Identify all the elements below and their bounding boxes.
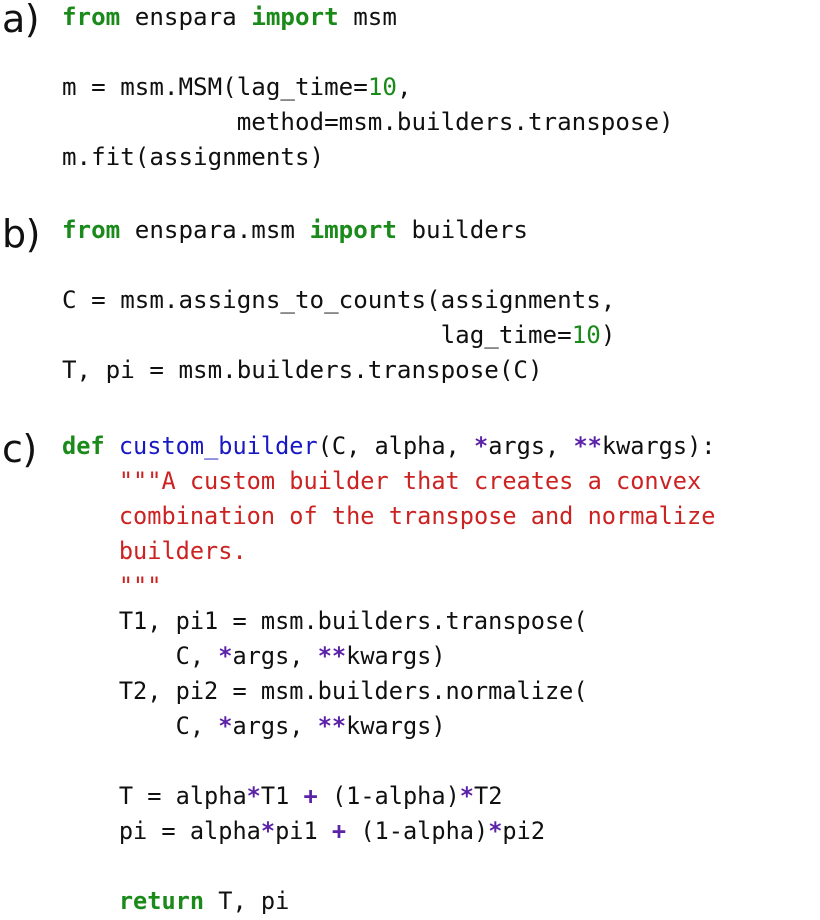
code-token: enspara [120,3,252,31]
panel-label-3: c) [2,427,37,471]
code-token: ** [573,432,602,460]
code-line: return T, pi [62,884,716,919]
code-line: C = msm.assigns_to_counts(assignments, [62,283,615,318]
code-token: * [218,642,233,670]
code-line: C, *args, **kwargs) [62,639,716,674]
code-token: 10 [367,73,397,101]
code-line: builders. [62,534,716,569]
code-block-b: from enspara.msm import builders C = msm… [62,213,615,388]
code-token: """A custom builder that creates a conve… [118,467,702,495]
code-line: T, pi = msm.builders.transpose(C) [62,353,615,388]
code-token: ** [317,712,347,740]
code-token: * [246,782,261,810]
code-token: kwargs): [601,432,716,460]
code-token: + [303,782,318,810]
code-token: args, [232,642,318,670]
code-line: combination of the transpose and normali… [62,499,716,534]
code-line: T2, pi2 = msm.builders.normalize( [62,674,716,709]
code-token: return [118,887,205,915]
code-token: T2, pi2 = msm.builders.normalize( [62,677,588,705]
code-token: * [459,782,474,810]
code-line: C, *args, **kwargs) [62,709,716,744]
code-line: from enspara.msm import builders [62,213,615,248]
code-token: T = alpha [62,782,247,810]
code-line: from enspara import msm [62,0,674,35]
code-token: + [331,817,347,845]
code-line: method=msm.builders.transpose) [62,105,674,140]
code-token: custom_builder [118,432,318,460]
code-line: T = alpha*T1 + (1-alpha)*T2 [62,779,716,814]
code-token: args, [232,712,318,740]
code-token: from [62,3,121,31]
code-figure: a) from enspara import msm m = msm.MSM(la… [0,0,820,920]
code-block-a: from enspara import msm m = msm.MSM(lag_… [62,0,674,175]
code-token: T, pi = msm.builders.transpose(C) [62,356,543,384]
code-token: args, [488,432,574,460]
code-token: T1, pi1 = msm.builders.transpose( [62,607,588,635]
code-token: import [309,216,397,244]
code-token: 10 [571,321,601,349]
code-token: def [62,432,105,460]
code-token: ) [600,321,616,349]
panel-label-1: a) [2,0,40,41]
code-token: kwargs) [346,712,446,740]
code-token: lag_time= [62,321,572,349]
code-token: * [488,817,503,845]
code-token: builders. [118,537,247,565]
code-line: pi = alpha*pi1 + (1-alpha)*pi2 [62,814,716,849]
code-token: msm [338,3,397,31]
code-line: lag_time=10) [62,318,616,353]
code-token: , [396,73,412,101]
code-token: pi = alpha [62,817,261,845]
code-token: T2 [474,782,503,810]
code-token: combination of the transpose and normali… [118,502,716,530]
code-token: builders [396,216,528,244]
code-token: """ [118,572,162,600]
code-token: T1 [260,782,304,810]
code-line: m.fit(assignments) [62,140,674,175]
code-token: * [473,432,489,460]
code-line: m = msm.MSM(lag_time=10, [62,70,674,105]
code-token: enspara.msm [120,216,310,244]
code-token: C, [62,712,219,740]
code-token: method=msm.builders.transpose) [62,108,674,136]
code-token: (C, alpha, [317,432,474,460]
code-token: import [251,3,339,31]
code-token: pi1 [275,817,332,845]
panel-label-2: b) [2,212,40,256]
code-block-c: def custom_builder(C, alpha, *args, **kw… [62,429,716,919]
code-line: """A custom builder that creates a conve… [62,464,716,499]
code-token: from [62,216,121,244]
code-token: * [218,712,233,740]
code-token: kwargs) [346,642,446,670]
code-token: C = msm.assigns_to_counts(assignments, [62,286,616,314]
code-token: m = msm.MSM(lag_time= [62,73,368,101]
code-token: (1-alpha) [317,782,460,810]
code-token: ** [317,642,347,670]
code-token: C, [62,642,219,670]
code-token: pi2 [502,817,546,845]
code-line: """ [62,569,716,604]
code-line: T1, pi1 = msm.builders.transpose( [62,604,716,639]
code-token: T, pi [204,887,290,915]
code-token: m.fit(assignments) [62,143,325,171]
code-token: * [260,817,276,845]
code-token: (1-alpha) [346,817,489,845]
code-line: def custom_builder(C, alpha, *args, **kw… [62,429,716,464]
